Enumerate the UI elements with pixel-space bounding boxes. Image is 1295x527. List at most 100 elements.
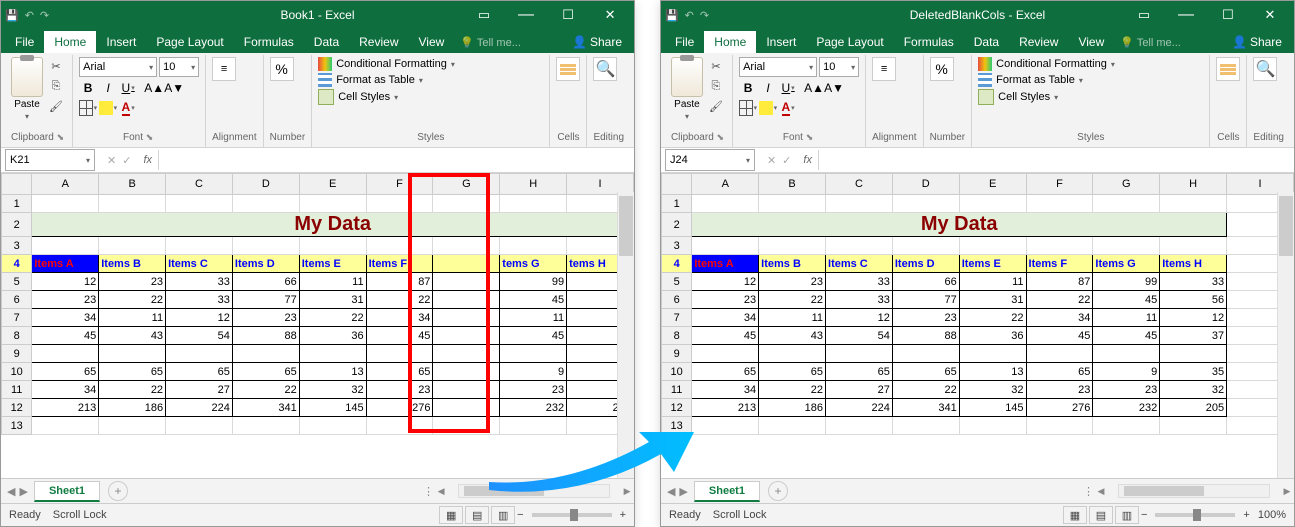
cell[interactable]: 45	[1093, 291, 1160, 309]
tab-home[interactable]: Home	[44, 31, 96, 53]
alignment-icon[interactable]: ≡	[212, 57, 236, 81]
cell[interactable]: 213	[32, 399, 99, 417]
redo-icon[interactable]: ↷	[40, 9, 49, 22]
copy-icon[interactable]: ⎘	[707, 77, 725, 95]
cells-icon[interactable]	[1216, 57, 1240, 81]
cell[interactable]	[1026, 237, 1093, 255]
tab-view[interactable]: View	[1068, 31, 1114, 53]
bold-button[interactable]: B	[739, 79, 757, 97]
tell-me[interactable]: 💡 Tell me...	[1114, 32, 1187, 53]
cell[interactable]	[366, 345, 433, 363]
cell[interactable]: 9	[1093, 363, 1160, 381]
font-color-button[interactable]: A▾	[779, 99, 797, 117]
zoom-in-button[interactable]: +	[1243, 509, 1249, 521]
cell[interactable]	[433, 417, 500, 435]
title-cell[interactable]: My Data	[32, 213, 634, 237]
row-header[interactable]: 5	[2, 273, 32, 291]
cell[interactable]: 65	[1026, 363, 1093, 381]
cell[interactable]	[500, 237, 567, 255]
cell[interactable]: 22	[299, 309, 366, 327]
zoom-level[interactable]: 100%	[1258, 509, 1286, 521]
cell[interactable]: 11	[500, 309, 567, 327]
horizontal-scrollbar[interactable]	[458, 484, 610, 498]
cell[interactable]	[299, 195, 366, 213]
cell[interactable]: 65	[32, 363, 99, 381]
row-header[interactable]: 7	[661, 309, 691, 327]
worksheet-grid[interactable]: ABCDEFGHI12My Data34Items AItems BItems …	[1, 173, 634, 435]
cell[interactable]: 22	[1026, 291, 1093, 309]
table-header-cell[interactable]: Items E	[959, 255, 1026, 273]
cell[interactable]	[1026, 345, 1093, 363]
table-header-cell[interactable]	[433, 255, 500, 273]
format-painter-icon[interactable]: 🖌	[707, 97, 725, 115]
tab-page-layout[interactable]: Page Layout	[146, 31, 233, 53]
zoom-slider[interactable]	[532, 513, 612, 517]
cell[interactable]	[1160, 237, 1227, 255]
cell[interactable]	[366, 195, 433, 213]
cell[interactable]: 23	[1093, 381, 1160, 399]
ribbon-options-icon[interactable]: ▭	[1124, 1, 1164, 29]
cell[interactable]	[433, 363, 500, 381]
cell[interactable]	[826, 417, 893, 435]
ribbon-options-icon[interactable]: ▭	[464, 1, 504, 29]
cell[interactable]: 213	[692, 399, 759, 417]
column-header[interactable]: B	[759, 174, 826, 195]
cell[interactable]: 34	[1026, 309, 1093, 327]
minimize-button[interactable]: —	[506, 1, 546, 29]
table-header-cell[interactable]: Items G	[1093, 255, 1160, 273]
cell[interactable]: 36	[959, 327, 1026, 345]
cell[interactable]: 32	[299, 381, 366, 399]
cell[interactable]: 99	[500, 273, 567, 291]
cell[interactable]	[433, 381, 500, 399]
row-header[interactable]: 10	[661, 363, 691, 381]
column-header[interactable]: C	[826, 174, 893, 195]
view-page-layout-icon[interactable]: ▤	[1089, 506, 1113, 524]
enter-formula-icon[interactable]: ✓	[782, 154, 791, 167]
table-header-cell[interactable]: Items A	[32, 255, 99, 273]
view-normal-icon[interactable]: ▦	[439, 506, 463, 524]
cell[interactable]: 45	[1093, 327, 1160, 345]
cell[interactable]: 65	[892, 363, 959, 381]
cell[interactable]	[1026, 195, 1093, 213]
undo-icon[interactable]: ↶	[25, 9, 34, 22]
row-header[interactable]: 2	[661, 213, 691, 237]
column-header[interactable]: G	[433, 174, 500, 195]
cell[interactable]: 12	[166, 309, 233, 327]
row-header[interactable]: 10	[2, 363, 32, 381]
column-header[interactable]: D	[232, 174, 299, 195]
cell[interactable]: 23	[366, 381, 433, 399]
cell[interactable]: 33	[166, 273, 233, 291]
cell[interactable]: 34	[366, 309, 433, 327]
cell[interactable]	[166, 417, 233, 435]
cancel-formula-icon[interactable]: ✕	[107, 154, 116, 167]
sheet-tab[interactable]: Sheet1	[694, 481, 760, 502]
cell[interactable]: 88	[892, 327, 959, 345]
cell[interactable]	[826, 195, 893, 213]
cell[interactable]: 186	[759, 399, 826, 417]
row-header[interactable]: 1	[2, 195, 32, 213]
fill-color-button[interactable]: ▾	[759, 99, 777, 117]
cell[interactable]	[433, 327, 500, 345]
tab-file[interactable]: File	[665, 31, 704, 53]
editing-icon[interactable]: 🔍	[593, 57, 617, 81]
row-header[interactable]: 12	[661, 399, 691, 417]
cell[interactable]	[826, 237, 893, 255]
paste-icon[interactable]	[671, 57, 703, 97]
cell[interactable]: 77	[232, 291, 299, 309]
cell[interactable]: 22	[759, 381, 826, 399]
cell[interactable]	[892, 417, 959, 435]
column-header[interactable]: E	[959, 174, 1026, 195]
cell[interactable]	[32, 417, 99, 435]
column-header[interactable]: H	[1160, 174, 1227, 195]
cell[interactable]	[166, 195, 233, 213]
close-button[interactable]: ✕	[1250, 1, 1290, 29]
column-header[interactable]: H	[500, 174, 567, 195]
fill-color-button[interactable]: ▾	[99, 99, 117, 117]
row-header[interactable]: 13	[2, 417, 32, 435]
cell[interactable]	[1026, 417, 1093, 435]
cell[interactable]: 45	[366, 327, 433, 345]
grow-font-button[interactable]: A▲	[145, 79, 163, 97]
cell[interactable]	[299, 345, 366, 363]
cell[interactable]: 341	[892, 399, 959, 417]
cell[interactable]: 33	[826, 273, 893, 291]
